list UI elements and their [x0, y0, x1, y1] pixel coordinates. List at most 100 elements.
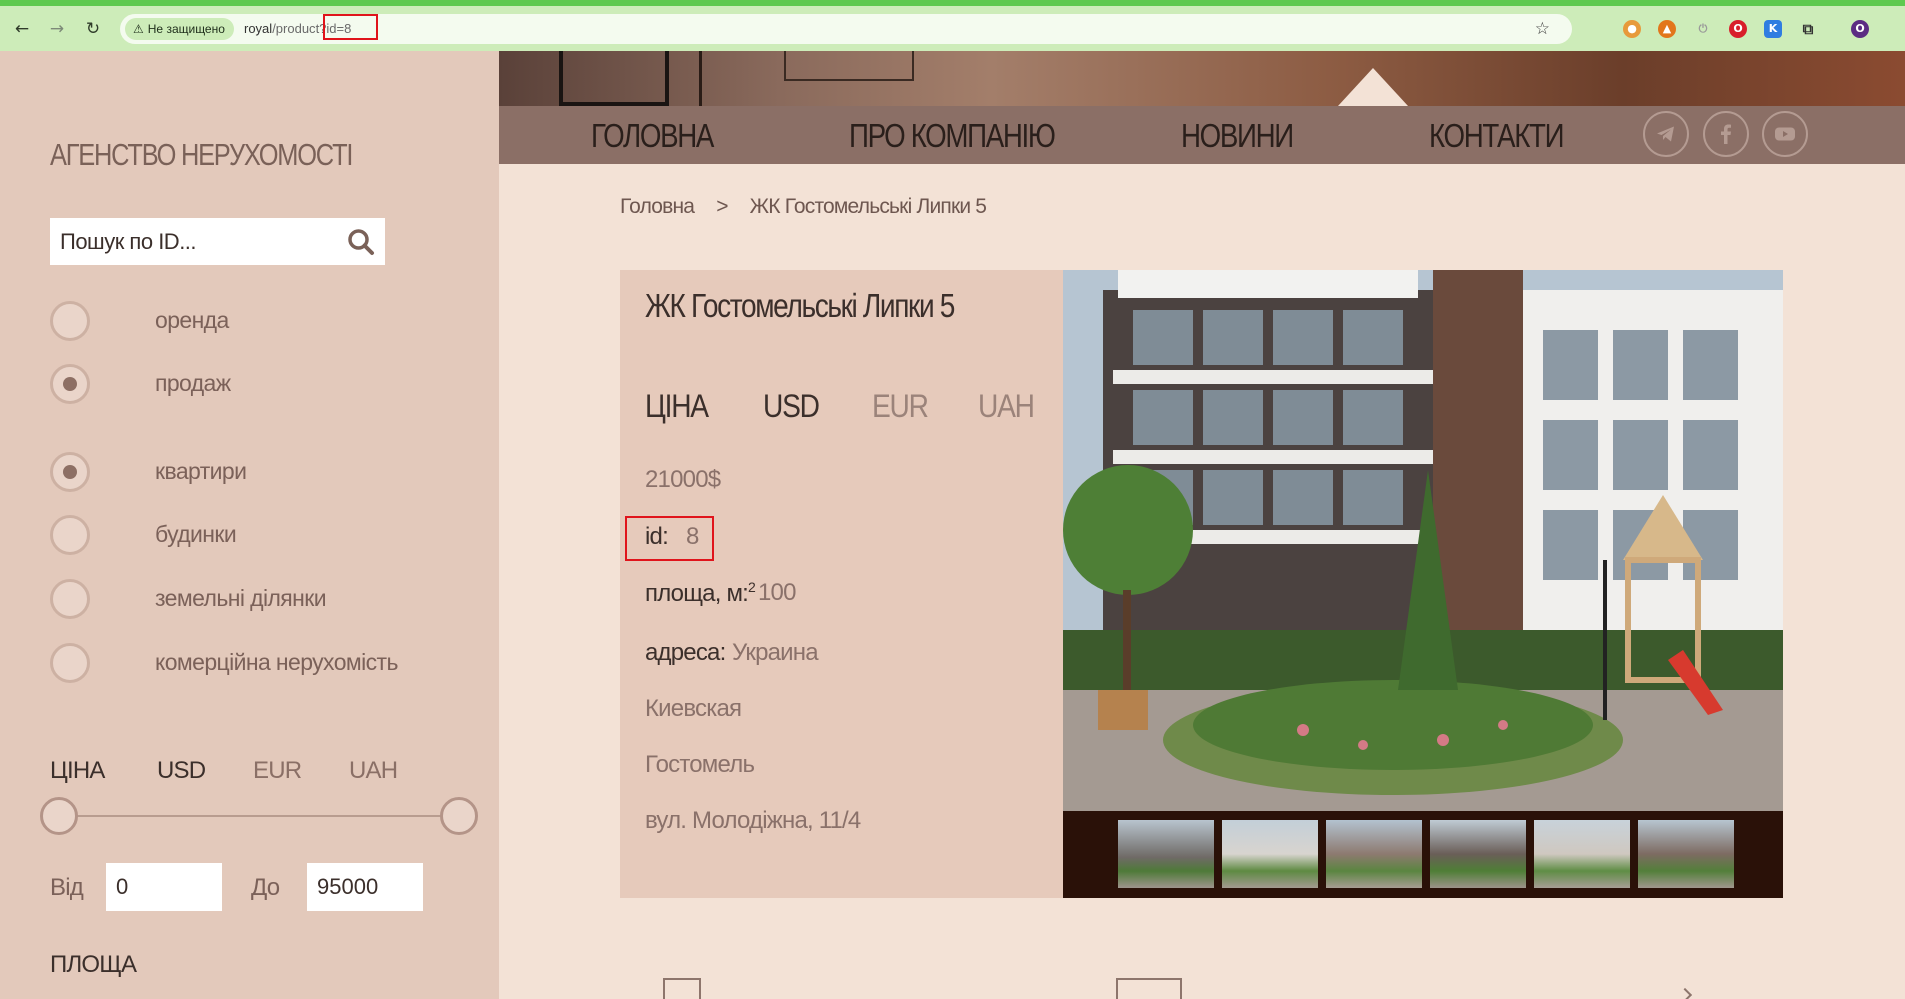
- product-area-value: 100: [758, 579, 796, 606]
- facebook-icon[interactable]: [1703, 111, 1749, 157]
- product-address-country: Украина: [732, 639, 819, 666]
- agency-title: АГЕНСТВО НЕРУХОМОСТІ: [50, 137, 353, 172]
- opera-extension-icon[interactable]: O: [1729, 20, 1747, 38]
- star-icon[interactable]: ☆: [1535, 14, 1550, 44]
- power-extension-icon[interactable]: ⏻: [1694, 20, 1712, 38]
- price-to-input[interactable]: [307, 863, 423, 911]
- url-host: royal: [244, 21, 273, 36]
- sidebar: АГЕНСТВО НЕРУХОМОСТІ оренда продаж кварт…: [0, 51, 499, 999]
- photo-thumbnails-strip: [1063, 811, 1783, 898]
- product-currency-usd[interactable]: USD: [763, 388, 820, 425]
- thumbnail-1[interactable]: [1118, 820, 1214, 888]
- nav-pointer: [1338, 68, 1408, 106]
- radio-label: квартири: [155, 458, 247, 484]
- radio-option-kvartyry[interactable]: квартири: [50, 452, 470, 492]
- radio-button-checked[interactable]: [50, 452, 90, 492]
- search-icon[interactable]: [347, 228, 375, 256]
- radio-label: будинки: [155, 521, 237, 547]
- feature-icon-2: [1116, 978, 1182, 999]
- arrow-icon: [1677, 987, 1693, 999]
- radio-label: оренда: [155, 307, 229, 333]
- reload-icon[interactable]: ↻: [83, 19, 103, 39]
- url-path: /produc: [272, 21, 316, 36]
- security-label: Не защищено: [147, 22, 225, 36]
- price-from-input[interactable]: [106, 863, 222, 911]
- radio-label: земельні ділянки: [155, 585, 327, 611]
- youtube-icon[interactable]: [1762, 111, 1808, 157]
- radio-button[interactable]: [50, 515, 90, 555]
- product-card: ЖК Гостомельські Липки 5 ЦІНА USD EUR UA…: [620, 270, 1783, 898]
- nav-link-home[interactable]: ГОЛОВНА: [591, 117, 714, 155]
- puzzle-extensions-icon[interactable]: ⧉: [1799, 20, 1817, 38]
- price-slider-max-handle[interactable]: [440, 797, 478, 835]
- forward-icon[interactable]: →: [47, 19, 67, 39]
- feature-icon-1: [663, 978, 701, 999]
- area-label-sup: 2: [748, 579, 756, 595]
- browser-toolbar: ← → ↻ ⚠ Не защищено royal/product?id=8 ☆ …: [0, 6, 1905, 51]
- radio-button[interactable]: [50, 301, 90, 341]
- k-extension-icon[interactable]: K: [1764, 20, 1782, 38]
- price-currency-tabs: ЦІНА USD EUR UAH: [50, 757, 430, 791]
- product-currency-eur[interactable]: EUR: [872, 388, 929, 425]
- banner-detail: [784, 51, 914, 81]
- product-id-value: 8: [686, 523, 699, 550]
- radio-option-zemelni-dilyanky[interactable]: земельні ділянки: [50, 579, 470, 619]
- search-input[interactable]: [50, 218, 330, 265]
- product-area-label: площа, м:2: [645, 579, 756, 608]
- product-id-label: id:: [645, 523, 669, 550]
- area-label-text: площа, м:: [645, 580, 749, 607]
- thumbnail-6[interactable]: [1638, 820, 1734, 888]
- url-highlight-box: [323, 14, 378, 40]
- thumbnail-4[interactable]: [1430, 820, 1526, 888]
- product-currency-uah[interactable]: UAH: [978, 388, 1035, 425]
- currency-tab-uah[interactable]: UAH: [349, 757, 398, 785]
- radio-option-prodazh[interactable]: продаж: [50, 364, 470, 404]
- id-highlight-box: [625, 516, 714, 561]
- breadcrumb-current: ЖК Гостомельські Липки 5: [749, 195, 987, 218]
- product-price-value: 21000$: [645, 466, 721, 493]
- radio-option-komertsiyna[interactable]: комерційна нерухомість: [50, 643, 470, 683]
- currency-tab-usd[interactable]: USD: [157, 757, 206, 785]
- breadcrumb: Головна > ЖК Гостомельські Липки 5: [620, 195, 987, 219]
- warning-icon: ⚠: [133, 22, 144, 36]
- nav-link-contacts[interactable]: КОНТАКТИ: [1429, 117, 1565, 155]
- price-label: ЦІНА: [50, 757, 105, 784]
- banner-chair-frame: [559, 51, 669, 106]
- price-slider-track[interactable]: [58, 815, 458, 817]
- radio-button[interactable]: [50, 579, 90, 619]
- area-filter-label: ПЛОЩА: [50, 951, 137, 978]
- product-main-photo[interactable]: [1063, 270, 1783, 811]
- nav-link-about[interactable]: ПРО КОМПАНІЮ: [849, 117, 1056, 155]
- product-address-label: адреса:: [645, 639, 726, 666]
- radio-option-orenda[interactable]: оренда: [50, 301, 470, 341]
- currency-tab-eur[interactable]: EUR: [253, 757, 302, 785]
- security-chip[interactable]: ⚠ Не защищено: [125, 18, 234, 40]
- nav-link-news[interactable]: НОВИНИ: [1181, 117, 1294, 155]
- profile-avatar[interactable]: O: [1851, 20, 1869, 38]
- search-box: [50, 218, 385, 265]
- thumbnail-2[interactable]: [1222, 820, 1318, 888]
- back-icon[interactable]: ←: [12, 19, 32, 39]
- breadcrumb-home-link[interactable]: Головна: [620, 195, 695, 218]
- banner-detail: [699, 51, 702, 106]
- radio-option-budynky[interactable]: будинки: [50, 515, 470, 555]
- product-address-street: вул. Молодіжна, 11/4: [645, 807, 861, 834]
- radio-button-checked[interactable]: [50, 364, 90, 404]
- product-address-region: Киевская: [645, 695, 742, 722]
- metamask-extension-icon[interactable]: ▲: [1658, 20, 1676, 38]
- price-to-label: До: [251, 874, 280, 901]
- product-price-label: ЦІНА: [645, 388, 709, 424]
- price-slider-min-handle[interactable]: [40, 797, 78, 835]
- header-banner-image: [499, 51, 1905, 106]
- radio-button[interactable]: [50, 643, 90, 683]
- telegram-icon[interactable]: [1643, 111, 1689, 157]
- product-address-city: Гостомель: [645, 751, 755, 778]
- thumbnail-3[interactable]: [1326, 820, 1422, 888]
- thumbnail-5[interactable]: [1534, 820, 1630, 888]
- radio-label: комерційна нерухомість: [155, 649, 398, 675]
- cookie-extension-icon[interactable]: ●: [1623, 20, 1641, 38]
- product-title: ЖК Гостомельські Липки 5: [645, 287, 955, 324]
- breadcrumb-separator: >: [716, 195, 728, 218]
- product-info-panel: ЖК Гостомельські Липки 5 ЦІНА USD EUR UA…: [620, 270, 1063, 898]
- price-from-label: Від: [50, 874, 84, 901]
